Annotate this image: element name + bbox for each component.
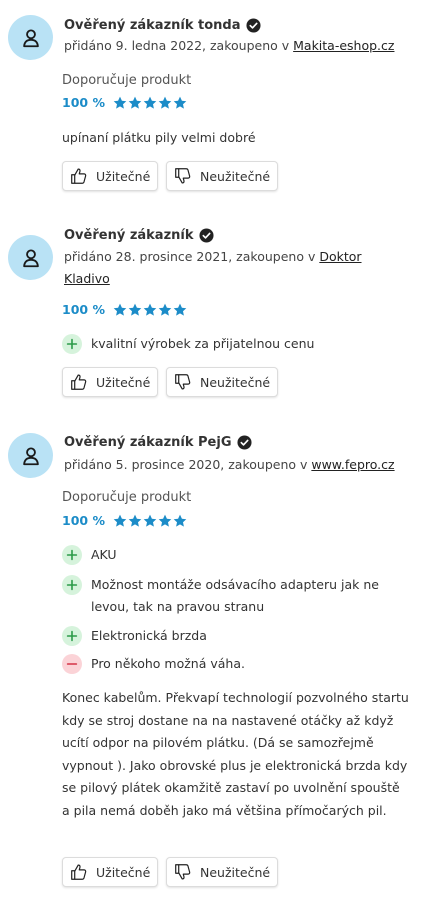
star-icon [158, 303, 172, 316]
plus-icon [66, 338, 78, 350]
thumbs-up-icon [71, 168, 87, 184]
star-icon [113, 96, 127, 109]
plus-icon [66, 579, 78, 591]
thumbs-up-icon [71, 864, 87, 880]
thumbs-up-icon [71, 374, 87, 390]
star-icon [143, 96, 157, 109]
verified-check-icon [198, 228, 214, 243]
star-icon [113, 514, 127, 527]
recommend-label: Doporučuje produkt [62, 490, 192, 505]
con-item: Pro někoho možná váha. [62, 653, 402, 675]
star-rating [113, 514, 187, 528]
rating-percent: 100 % [62, 95, 105, 110]
rating-percent: 100 % [62, 513, 105, 528]
star-rating [113, 96, 187, 110]
plus-icon [66, 630, 78, 642]
useful-button[interactable]: Užitečné [62, 367, 158, 397]
verified-check-icon [236, 435, 252, 450]
thumbs-down-icon [175, 374, 191, 390]
rating: 100 % [62, 513, 187, 528]
star-icon [128, 96, 142, 109]
plus-icon [66, 549, 78, 561]
rating-percent: 100 % [62, 302, 105, 317]
star-icon [173, 303, 187, 316]
review-meta: přidáno 5. prosince 2020, zakoupeno v ww… [64, 457, 395, 472]
star-icon [113, 303, 127, 316]
rating: 100 % [62, 95, 187, 110]
not-useful-button[interactable]: Neužitečné [166, 367, 278, 397]
useful-button[interactable]: Užitečné [62, 161, 158, 191]
user-icon [22, 446, 39, 465]
thumbs-down-icon [175, 864, 191, 880]
rating: 100 % [62, 302, 187, 317]
not-useful-button[interactable]: Neužitečné [166, 161, 278, 191]
reviewer-name: Ověřený zákazník [64, 228, 214, 243]
user-icon [22, 28, 39, 47]
star-icon [158, 514, 172, 527]
verified-check-icon [245, 18, 261, 33]
avatar [8, 15, 53, 60]
star-icon [158, 96, 172, 109]
pro-item: kvalitní výrobek za přijatelnou cenu [62, 333, 402, 355]
useful-button[interactable]: Užitečné [62, 857, 158, 887]
avatar [8, 235, 53, 280]
star-icon [173, 514, 187, 527]
star-icon [143, 514, 157, 527]
pro-item: Možnost montáže odsávacího adapteru jak … [62, 574, 392, 618]
review-meta: přidáno 28. prosince 2021, zakoupeno v D… [64, 249, 362, 286]
shop-link[interactable]: Makita-eshop.cz [293, 38, 394, 53]
star-icon [143, 303, 157, 316]
reviewer-name: Ověřený zákazník tonda [64, 18, 261, 33]
not-useful-button[interactable]: Neužitečné [166, 857, 278, 887]
recommend-label: Doporučuje produkt [62, 73, 192, 88]
review-text: Konec kabelům. Překvapí technologií pozv… [62, 690, 409, 818]
star-rating [113, 303, 187, 317]
review-meta: přidáno 9. ledna 2022, zakoupeno v Makit… [64, 38, 395, 53]
star-icon [128, 303, 142, 316]
pro-item: Elektronická brzda [62, 625, 402, 647]
minus-icon [66, 663, 78, 665]
star-icon [173, 96, 187, 109]
review-text: upínaní plátku pily velmi dobré [62, 130, 256, 145]
avatar [8, 433, 53, 478]
pro-item: AKU [62, 544, 402, 566]
user-icon [22, 248, 39, 267]
star-icon [128, 514, 142, 527]
reviewer-name: Ověřený zákazník PejG [64, 435, 252, 450]
thumbs-down-icon [175, 168, 191, 184]
shop-link[interactable]: www.fepro.cz [311, 457, 394, 472]
